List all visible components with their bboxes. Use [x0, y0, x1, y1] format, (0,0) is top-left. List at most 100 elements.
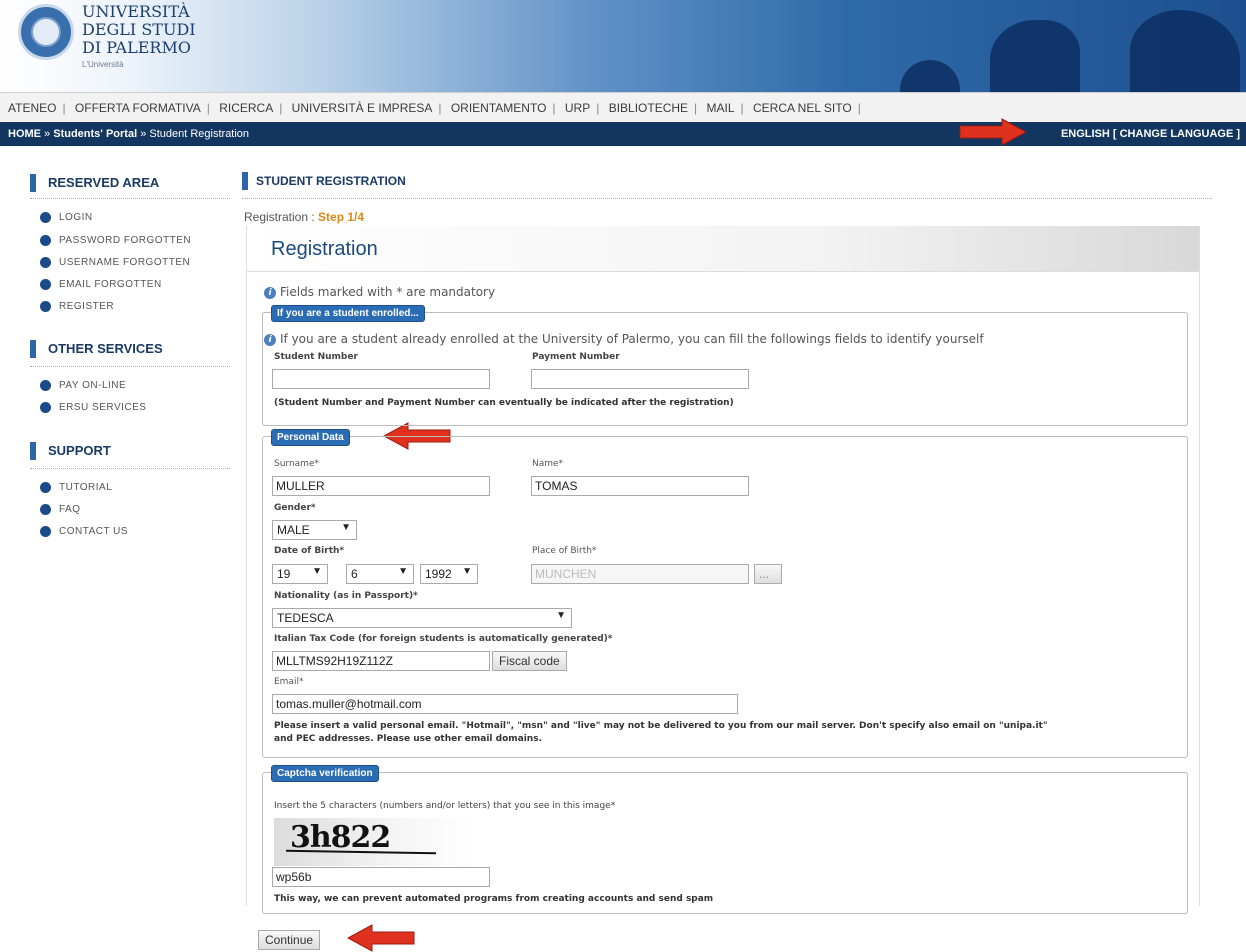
- continue-button[interactable]: Continue: [258, 930, 321, 950]
- gender-select[interactable]: MALE ▼: [272, 520, 357, 540]
- place-of-birth-label: Place of Birth*: [532, 546, 597, 556]
- bullet-icon: [40, 235, 51, 246]
- breadcrumb-students-portal[interactable]: Students' Portal: [53, 128, 137, 140]
- student-number-input[interactable]: [272, 369, 490, 389]
- surname-label: Surname*: [274, 459, 319, 469]
- sidebar-item-label: PASSWORD FORGOTTEN: [59, 235, 192, 247]
- student-number-label: Student Number: [274, 352, 358, 362]
- nav-biblioteche[interactable]: BIBLIOTECHE: [609, 101, 688, 115]
- divider: [30, 366, 230, 367]
- tax-code-input[interactable]: [272, 651, 490, 671]
- divider: [30, 198, 230, 199]
- breadcrumb-current: Student Registration: [149, 128, 250, 140]
- logo-line-1: UNIVERSITÀ: [82, 2, 190, 21]
- sidebar-item-label: TUTORIAL: [59, 482, 113, 494]
- change-language-link[interactable]: ENGLISH [ CHANGE LANGUAGE ]: [1061, 128, 1240, 140]
- step-value: Step 1/4: [318, 210, 365, 224]
- email-label: Email*: [274, 677, 304, 687]
- nav-ateneo[interactable]: ATENEO: [8, 101, 56, 115]
- nationality-select[interactable]: TEDESCA ▼: [272, 608, 572, 628]
- page-title: STUDENT REGISTRATION: [242, 172, 406, 190]
- header-decoration: [1130, 10, 1240, 92]
- step-label: Registration :: [244, 210, 319, 224]
- sidebar-item-contact-us[interactable]: CONTACT US: [40, 526, 128, 537]
- nav-mail[interactable]: MAIL: [707, 101, 735, 115]
- tax-code-label: Italian Tax Code (for foreign students i…: [274, 634, 613, 644]
- nav-offerta-formativa[interactable]: OFFERTA FORMATIVA: [75, 101, 201, 115]
- mandatory-note-text: Fields marked with * are mandatory: [280, 285, 496, 299]
- sidebar-item-label: LOGIN: [59, 212, 93, 224]
- date-of-birth-label: Date of Birth*: [274, 546, 345, 556]
- nav-cerca-nel-sito[interactable]: CERCA NEL SITO: [753, 101, 852, 115]
- logo-line-3: DI PALERMO: [82, 38, 191, 57]
- fiscal-code-button[interactable]: Fiscal code: [492, 651, 567, 671]
- chevron-down-icon: ▼: [341, 522, 351, 533]
- sidebar-item-password-forgotten[interactable]: PASSWORD FORGOTTEN: [40, 235, 191, 246]
- enrolled-info: i If you are a student already enrolled a…: [264, 332, 984, 346]
- info-icon: i: [264, 333, 276, 346]
- university-logo-text[interactable]: UNIVERSITÀ DEGLI STUDI DI PALERMO: [82, 3, 196, 57]
- email-note-line-1: Please insert a valid personal email. "H…: [274, 721, 1048, 731]
- sidebar-item-label: CONTACT US: [59, 526, 129, 538]
- sidebar-item-pay-online[interactable]: PAY ON-LINE: [40, 380, 126, 391]
- sidebar-item-login[interactable]: LOGIN: [40, 212, 93, 223]
- payment-number-input[interactable]: [531, 369, 749, 389]
- sidebar-item-tutorial[interactable]: TUTORIAL: [40, 482, 112, 493]
- bullet-icon: [40, 212, 51, 223]
- sidebar-support-title: SUPPORT: [30, 442, 230, 460]
- sidebar-item-label: EMAIL FORGOTTEN: [59, 279, 162, 291]
- nav-universita-e-impresa[interactable]: UNIVERSITÀ E IMPRESA: [292, 101, 433, 115]
- enrolled-note: (Student Number and Payment Number can e…: [274, 398, 734, 408]
- sidebar-item-label: FAQ: [59, 504, 81, 516]
- nationality-value: TEDESCA: [277, 611, 334, 625]
- sidebar-item-label: REGISTER: [59, 301, 115, 313]
- sidebar-item-username-forgotten[interactable]: USERNAME FORGOTTEN: [40, 257, 190, 268]
- panel-header: Registration: [247, 226, 1199, 272]
- sidebar-item-label: USERNAME FORGOTTEN: [59, 257, 191, 269]
- dob-year-select[interactable]: 1992 ▼: [420, 564, 478, 584]
- sidebar-item-faq[interactable]: FAQ: [40, 504, 81, 515]
- breadcrumb-separator: »: [41, 128, 54, 140]
- sidebar-item-ersu-services[interactable]: ERSU SERVICES: [40, 402, 146, 413]
- name-input[interactable]: [531, 476, 749, 496]
- dob-month-select[interactable]: 6 ▼: [346, 564, 414, 584]
- divider: [242, 198, 1212, 199]
- red-arrow-right-icon: [959, 118, 1028, 146]
- top-navigation: ATENEO | OFFERTA FORMATIVA | RICERCA | UNIV…: [0, 92, 1246, 122]
- bullet-icon: [40, 257, 51, 268]
- university-seal-logo[interactable]: [18, 4, 74, 60]
- nav-ricerca[interactable]: RICERCA: [219, 101, 273, 115]
- dob-day-select[interactable]: 19 ▼: [272, 564, 328, 584]
- header-decoration: [990, 20, 1080, 92]
- captcha-image: 3h822: [274, 818, 474, 866]
- red-arrow-left-icon: [346, 924, 415, 952]
- logo-line-2: DEGLI STUDI: [82, 20, 196, 39]
- bullet-icon: [40, 526, 51, 537]
- nav-orientamento[interactable]: ORIENTAMENTO: [451, 101, 547, 115]
- surname-input[interactable]: [272, 476, 490, 496]
- header-decoration: [900, 60, 960, 92]
- chevron-down-icon: ▼: [462, 566, 472, 577]
- gender-label: Gender*: [274, 503, 316, 513]
- sidebar-item-register[interactable]: REGISTER: [40, 301, 114, 312]
- sidebar-item-label: ERSU SERVICES: [59, 402, 147, 414]
- captcha-input[interactable]: [272, 867, 490, 887]
- bullet-icon: [40, 482, 51, 493]
- dob-year-value: 1992: [425, 567, 452, 581]
- gender-value: MALE: [277, 523, 310, 537]
- personal-data-legend: Personal Data: [271, 429, 350, 446]
- email-input[interactable]: [272, 694, 738, 714]
- mandatory-note: i Fields marked with * are mandatory: [264, 285, 495, 299]
- breadcrumb: HOME » Students' Portal » Student Regist…: [0, 122, 1246, 146]
- logo-subtitle: L'Università: [82, 60, 124, 69]
- place-of-birth-input[interactable]: [531, 564, 749, 584]
- breadcrumb-home[interactable]: HOME: [8, 128, 41, 140]
- bullet-icon: [40, 380, 51, 391]
- sidebar-item-email-forgotten[interactable]: EMAIL FORGOTTEN: [40, 279, 162, 290]
- bullet-icon: [40, 504, 51, 515]
- bullet-icon: [40, 279, 51, 290]
- info-icon: i: [264, 286, 276, 299]
- nav-urp[interactable]: URP: [565, 101, 590, 115]
- place-of-birth-lookup-button[interactable]: ...: [754, 564, 782, 584]
- nationality-label: Nationality (as in Passport)*: [274, 591, 418, 601]
